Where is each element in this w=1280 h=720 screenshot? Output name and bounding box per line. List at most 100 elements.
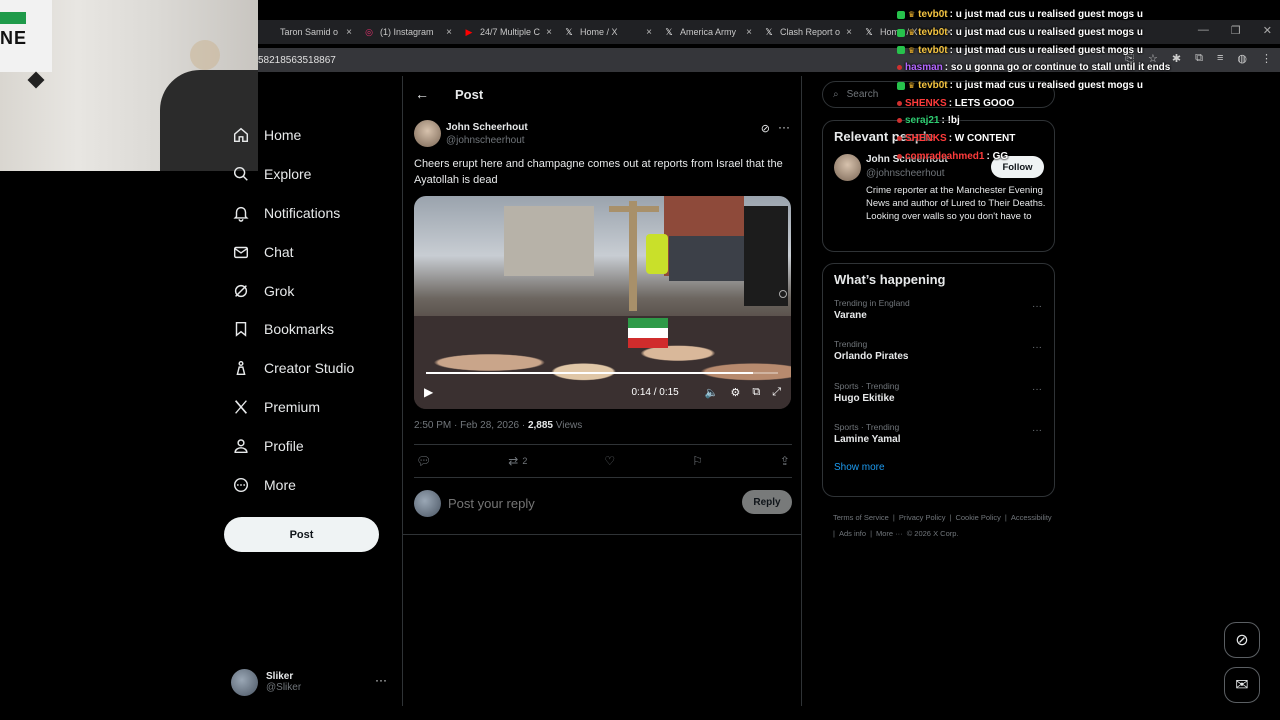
video-player[interactable]: ▶ 0:14 / 0:15 🔈 ⚙ ⧉ ⤢ bbox=[414, 196, 791, 409]
chat-message: ♛ tevb0t: u just mad cus u realised guest… bbox=[897, 24, 1280, 42]
browser-tab[interactable]: ▶ 24/7 Multiple C × bbox=[458, 20, 558, 44]
account-switcher[interactable]: Sliker @Sliker ··· bbox=[231, 667, 391, 697]
post-text: Cheers erupt here and champagne comes ou… bbox=[414, 158, 783, 186]
webcam-wall-mark bbox=[190, 40, 220, 70]
tab-close-icon[interactable]: × bbox=[846, 27, 852, 38]
footer-link[interactable]: © 2026 X Corp. bbox=[907, 529, 959, 538]
chat-badge-icon bbox=[897, 28, 905, 37]
tab-close-icon[interactable]: × bbox=[546, 27, 552, 38]
chat-text: : u just mad cus u realised guest mogs u bbox=[949, 44, 1143, 56]
account-handle: @Sliker bbox=[266, 682, 302, 693]
settings-icon[interactable]: ⚙ bbox=[730, 386, 740, 399]
browser-tab[interactable]: 𝕏 America Army × bbox=[658, 20, 758, 44]
author-handle[interactable]: @johnscheerhout bbox=[446, 135, 525, 146]
browser-tab[interactable]: Taron Samid o × bbox=[258, 20, 358, 44]
nav-item-profile[interactable]: Profile bbox=[224, 426, 394, 465]
nav-item-home[interactable]: Home bbox=[224, 116, 394, 155]
reply-button[interactable]: Reply bbox=[742, 490, 792, 514]
trend-item[interactable]: Trending in England Varane ··· bbox=[823, 295, 1054, 336]
messages-fab[interactable]: ✉ bbox=[1224, 667, 1260, 703]
bookmark-action[interactable]: ⚐ bbox=[692, 454, 703, 468]
webcam-sign: NE bbox=[0, 0, 52, 72]
trend-more-icon[interactable]: ··· bbox=[1032, 384, 1042, 395]
webcam-diamond bbox=[27, 71, 45, 89]
footer-separator: | bbox=[892, 513, 895, 522]
tab-close-icon[interactable]: × bbox=[646, 27, 652, 38]
browser-tab[interactable]: ◎ (1) Instagram × bbox=[358, 20, 458, 44]
chat-crown-icon: ♛ bbox=[908, 28, 916, 38]
post-timestamp[interactable]: 2:50 PM · Feb 28, 2026 · bbox=[414, 420, 528, 431]
nav-item-premium[interactable]: Premium bbox=[224, 388, 394, 427]
author-avatar[interactable] bbox=[414, 120, 441, 147]
grok-explain-icon[interactable]: ⊘ bbox=[761, 122, 770, 135]
nav-item-notifications[interactable]: Notifications bbox=[224, 194, 394, 233]
x-logo-icon: 𝕏 bbox=[565, 26, 573, 37]
author-name[interactable]: John Scheerhout bbox=[446, 122, 528, 133]
account-name: Sliker bbox=[266, 671, 294, 682]
nav-item-explore[interactable]: Explore bbox=[224, 155, 394, 194]
nav-item-bookmarks[interactable]: Bookmarks bbox=[224, 310, 394, 349]
retweet-action[interactable]: ⇄ 2 bbox=[508, 454, 527, 468]
video-progress-bar[interactable] bbox=[426, 372, 778, 374]
trend-item[interactable]: Sports · Trending Hugo Ekitike ··· bbox=[823, 378, 1054, 419]
divider bbox=[403, 534, 802, 535]
trend-more-icon[interactable]: ··· bbox=[1032, 425, 1042, 436]
reply-input[interactable] bbox=[448, 494, 728, 512]
browser-tab[interactable]: 𝕏 Home / X × bbox=[558, 20, 658, 44]
trend-more-icon[interactable]: ··· bbox=[1032, 342, 1042, 353]
fullscreen-icon[interactable]: ⤢ bbox=[772, 386, 781, 399]
post-actions: 💬︎ ⇄ 2 ♡ ⚐ ⇪ bbox=[414, 451, 792, 471]
trend-more-icon[interactable]: ··· bbox=[1032, 301, 1042, 312]
footer-separator: | bbox=[1004, 513, 1007, 522]
tab-close-icon[interactable]: × bbox=[346, 27, 352, 38]
account-more-icon[interactable]: ··· bbox=[375, 673, 387, 687]
trend-context: Sports · Trending bbox=[834, 421, 900, 432]
nav-label: Profile bbox=[264, 437, 304, 454]
like-action[interactable]: ♡ bbox=[604, 454, 615, 468]
reply-action[interactable]: 💬︎ bbox=[416, 454, 431, 468]
post-more-icon[interactable]: ··· bbox=[778, 120, 790, 134]
account-avatar bbox=[231, 668, 258, 696]
footer-link[interactable]: Cookie Policy bbox=[955, 513, 1000, 522]
chat-message: SHENKS: W CONTENT bbox=[897, 130, 1280, 148]
footer-link[interactable]: Ads info bbox=[839, 529, 866, 538]
tab-icon bbox=[264, 27, 274, 37]
person-avatar[interactable] bbox=[834, 154, 861, 181]
url-text: 58218563518867 bbox=[258, 54, 336, 66]
chat-dot-icon bbox=[897, 118, 902, 124]
relevant-person[interactable]: John Scheerhout @johnscheerhout Crime re… bbox=[823, 152, 1054, 242]
nav-label: Premium bbox=[264, 398, 321, 415]
grok-fab[interactable]: ⊘ bbox=[1224, 622, 1260, 658]
tab-close-icon[interactable]: × bbox=[446, 27, 452, 38]
trend-item[interactable]: Sports · Trending Lamine Yamal ··· bbox=[823, 419, 1054, 460]
chat-crown-icon: ♛ bbox=[908, 45, 916, 55]
chat-message: ♛ tevb0t: u just mad cus u realised guest… bbox=[897, 77, 1280, 95]
footer-link[interactable]: Terms of Service bbox=[833, 513, 889, 522]
tab-close-icon[interactable]: × bbox=[746, 27, 752, 38]
nav-item-grok[interactable]: Grok bbox=[224, 271, 394, 310]
trend-item[interactable]: Trending Orlando Pirates ··· bbox=[823, 336, 1054, 377]
volume-icon[interactable]: 🔈 bbox=[705, 386, 719, 399]
footer-link[interactable]: Accessibility bbox=[1011, 513, 1052, 522]
nav-item-more[interactable]: More bbox=[224, 465, 394, 504]
chat-message: ♛ tevb0t: u just mad cus u realised guest… bbox=[897, 6, 1280, 24]
chat-text: : u just mad cus u realised guest mogs u bbox=[949, 80, 1143, 92]
video-hi-vis-person bbox=[646, 234, 668, 274]
play-icon[interactable]: ▶ bbox=[424, 385, 433, 399]
nav-item-chat[interactable]: Chat bbox=[224, 232, 394, 271]
show-more-link[interactable]: Show more bbox=[823, 460, 1054, 483]
post-button[interactable]: Post bbox=[224, 517, 379, 552]
views-label: Views bbox=[552, 420, 583, 431]
footer-links: Terms of Service | Privacy Policy | Cookie P… bbox=[833, 510, 1063, 542]
footer-link[interactable]: Privacy Policy bbox=[899, 513, 946, 522]
browser-tab[interactable]: 𝕏 Clash Report o × bbox=[758, 20, 858, 44]
footer-separator: | bbox=[870, 529, 873, 538]
back-arrow-icon[interactable]: ← bbox=[415, 86, 429, 102]
chat-username: tevb0t bbox=[918, 80, 948, 92]
chat-username: comradeahmed1 bbox=[905, 150, 985, 162]
footer-link[interactable]: More ··· bbox=[876, 529, 903, 538]
tab-label: Home / X bbox=[580, 27, 618, 37]
nav-item-creator-studio[interactable]: Creator Studio bbox=[224, 349, 394, 388]
pip-icon[interactable]: ⧉ bbox=[752, 386, 760, 399]
share-action[interactable]: ⇪ bbox=[780, 454, 790, 468]
